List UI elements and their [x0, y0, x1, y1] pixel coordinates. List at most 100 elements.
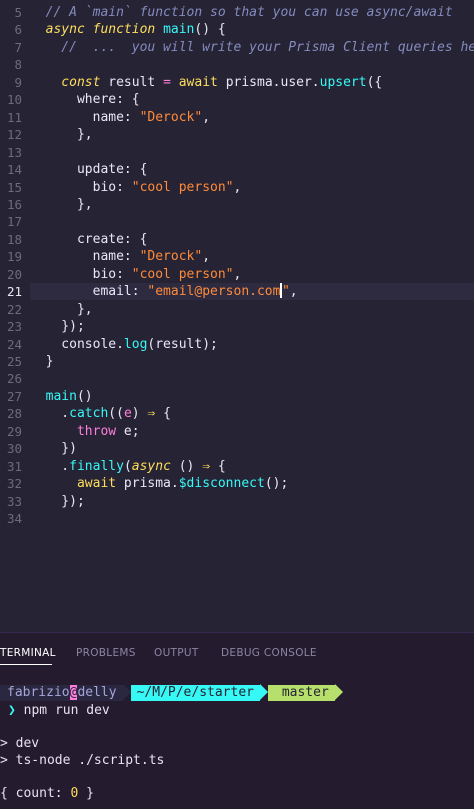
line-code: })	[30, 440, 77, 457]
line-code: .finally(async () ⇒ {	[30, 458, 226, 475]
code-line[interactable]: 17	[0, 213, 474, 230]
code-token: email:	[30, 284, 148, 300]
tab-output[interactable]: OUTPUT	[154, 647, 199, 659]
line-code: .catch((e) ⇒ {	[30, 405, 171, 422]
segment-separator-icon	[334, 684, 343, 700]
terminal-output-line: > dev	[0, 736, 40, 751]
code-token: })	[30, 441, 77, 457]
code-line[interactable]: 16 },	[0, 196, 474, 213]
terminal-command: npm run dev	[23, 703, 110, 718]
code-token: "cool person"	[131, 266, 234, 282]
line-number: 12	[6, 127, 22, 143]
code-line[interactable]: 15 bio: "cool person",	[0, 179, 474, 196]
line-number: 8	[14, 57, 22, 73]
code-token: ,	[233, 266, 242, 282]
code-line[interactable]: 8	[0, 56, 474, 73]
prompt-branch: master	[281, 685, 329, 700]
code-token: throw	[30, 423, 124, 439]
code-token: "Derock"	[139, 109, 203, 125]
tab-debug-console[interactable]: DEBUG CONSOLE	[221, 647, 317, 659]
code-token: },	[30, 127, 93, 143]
tab-problems[interactable]: PROBLEMS	[76, 647, 136, 659]
code-token: "	[281, 284, 290, 300]
prompt-user: fabrizio	[7, 685, 70, 700]
code-line[interactable]: 5 // A `main` function so that you can u…	[0, 4, 474, 21]
code-line[interactable]: 27 main()	[0, 388, 474, 405]
line-number: 15	[6, 179, 22, 195]
code-token: catch	[69, 406, 109, 422]
code-line[interactable]: 24 console.log(result);	[0, 336, 474, 353]
code-line[interactable]: 28 .catch((e) ⇒ {	[0, 405, 474, 422]
code-line[interactable]: 20 bio: "cool person",	[0, 266, 474, 283]
code-token: (result);	[147, 336, 218, 352]
code-line[interactable]: 10 where: {	[0, 91, 474, 108]
code-line[interactable]: 19 name: "Derock",	[0, 248, 474, 265]
line-number: 30	[6, 441, 22, 457]
line-code: },	[30, 301, 93, 318]
code-token: {	[210, 458, 226, 474]
code-line[interactable]: 34	[0, 510, 474, 527]
code-line[interactable]: 29 throw e;	[0, 423, 474, 440]
code-line[interactable]: 9 const result = await prisma.user.upser…	[0, 74, 474, 91]
code-line[interactable]: 18 create: {	[0, 231, 474, 248]
code-token: await	[178, 74, 226, 90]
code-token: },	[30, 301, 93, 317]
code-line[interactable]: 14 update: {	[0, 161, 474, 178]
line-number: 16	[6, 196, 22, 212]
code-token: ⇒	[202, 458, 211, 474]
line-code: });	[30, 318, 85, 335]
code-editor[interactable]: 5 // A `main` function so that you can u…	[0, 0, 474, 632]
tab-terminal[interactable]: TERMINAL	[0, 647, 56, 659]
line-number: 25	[6, 354, 22, 369]
code-line[interactable]: 22 },	[0, 301, 474, 318]
line-code: console.log(result);	[30, 336, 218, 353]
active-tab-indicator	[0, 664, 52, 665]
line-number: 14	[6, 162, 22, 178]
code-line[interactable]: 25 }	[0, 353, 474, 370]
line-number: 21	[6, 284, 22, 300]
prompt-user-segment: fabrizio@delly	[0, 685, 123, 701]
code-line[interactable]: 31 .finally(async () ⇒ {	[0, 458, 474, 475]
code-line[interactable]: 32 await prisma.$disconnect();	[0, 475, 474, 492]
code-line[interactable]: 30 })	[0, 440, 474, 457]
code-token: (	[123, 458, 132, 474]
code-token: ,	[233, 179, 242, 195]
line-number: 32	[6, 476, 22, 492]
code-token: ,	[202, 249, 211, 265]
line-code: // ... you will write your Prisma Client…	[30, 39, 474, 56]
code-line[interactable]: 12 },	[0, 126, 474, 143]
code-token: ()	[170, 458, 203, 474]
panel-tabs: TERMINAL PROBLEMS OUTPUT DEBUG CONSOLE	[0, 633, 474, 673]
line-code: const result = await prisma.user.upsert(…	[30, 74, 382, 91]
line-number: 5	[14, 5, 22, 20]
code-line[interactable]: 23 });	[0, 318, 474, 335]
code-token: name:	[30, 109, 140, 125]
code-line[interactable]: 33 });	[0, 493, 474, 510]
line-code: },	[30, 126, 93, 143]
terminal-output-line: { count: 0 }	[0, 786, 94, 801]
line-number: 17	[6, 214, 22, 230]
code-token: e	[123, 406, 132, 422]
line-number: 10	[6, 92, 22, 108]
code-token: .	[30, 406, 70, 422]
line-number: 18	[6, 231, 22, 247]
code-token: $disconnect	[178, 476, 265, 492]
code-token: upsert	[319, 74, 367, 90]
code-token: ,	[289, 284, 298, 300]
code-line[interactable]: 6 async function main() {	[0, 21, 474, 38]
line-number: 11	[6, 109, 22, 125]
code-line[interactable]: 13	[0, 144, 474, 161]
code-line[interactable]: 11 name: "Derock",	[0, 109, 474, 126]
code-token: async function	[30, 22, 164, 38]
code-token: create: {	[30, 231, 148, 247]
line-number: 22	[6, 301, 22, 317]
line-code: // A `main` function so that you can use…	[30, 4, 453, 21]
code-token: ,	[202, 109, 211, 125]
code-line[interactable]: 21 email: "email@person.com ",	[0, 283, 474, 300]
code-line[interactable]: 7 // ... you will write your Prisma Clie…	[0, 39, 474, 56]
line-code: bio: "cool person",	[30, 179, 242, 196]
code-line[interactable]: 26	[0, 370, 474, 387]
prompt-path: ~/M/P/e/starter	[130, 685, 260, 701]
code-token: main	[30, 388, 77, 404]
code-token: bio:	[30, 179, 132, 195]
